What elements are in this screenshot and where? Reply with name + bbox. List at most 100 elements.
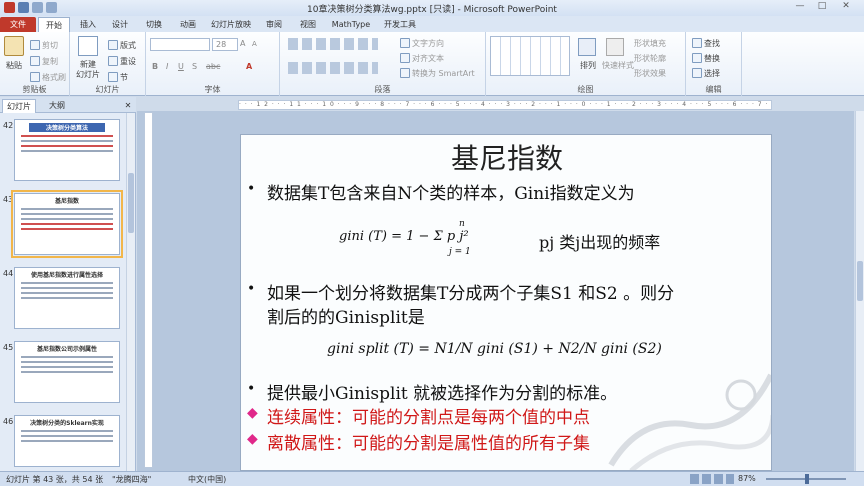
tab-home[interactable]: 开始 bbox=[38, 17, 70, 32]
align-buttons[interactable] bbox=[288, 62, 378, 74]
canvas-scrollbar[interactable] bbox=[855, 111, 864, 471]
section-button[interactable]: 节 bbox=[108, 72, 128, 83]
maximize-button[interactable]: □ bbox=[812, 1, 832, 14]
slide[interactable]: 基尼指数 • 数据集T包含来自N个类的样本，Gini指数定义为 gini (T)… bbox=[240, 134, 772, 471]
tab-file[interactable]: 文件 bbox=[0, 17, 36, 32]
thumbnail-number: 46 bbox=[3, 417, 14, 426]
bold-button[interactable]: B bbox=[152, 62, 158, 71]
bullet-dot: • bbox=[247, 381, 256, 397]
find-button[interactable]: 查找 bbox=[692, 38, 720, 49]
theme-name[interactable]: "龙腾四海" bbox=[112, 474, 151, 485]
slide-position: 幻灯片 第 43 张，共 54 张 bbox=[6, 475, 104, 484]
gini-formula: gini (T) = 1 − Σ p j² bbox=[339, 229, 469, 244]
font-name-dropdown[interactable] bbox=[150, 38, 210, 51]
list-buttons[interactable] bbox=[288, 38, 378, 50]
arrange-icon[interactable] bbox=[578, 38, 596, 56]
section-icon bbox=[108, 72, 118, 82]
grow-font-button[interactable]: A bbox=[240, 39, 245, 48]
tab-design[interactable]: 设计 bbox=[106, 17, 134, 32]
sum-upper-limit: n bbox=[459, 219, 465, 229]
pink-bullet-icon: ◆ bbox=[247, 431, 258, 447]
horizontal-ruler: · · · 1 2 · · · 1 1 · · · 1 0 · · · 9 · … bbox=[238, 100, 772, 110]
gini-split-formula: gini split (T) = N1/N gini (S1) + N2/N g… bbox=[327, 341, 662, 357]
tab-mathtype[interactable]: MathType bbox=[328, 17, 374, 32]
slides-group: 新建 幻灯片 版式 重设 节 幻灯片 bbox=[70, 32, 146, 96]
bullet-split-line1: 如果一个划分将数据集T分成两个子集S1 和S2 。则分 bbox=[267, 284, 675, 304]
convert-smartart-button[interactable]: 转换为 SmartArt bbox=[400, 68, 475, 79]
thumbnail-title: 决策树分类的Sklearn实现 bbox=[30, 420, 104, 427]
ribbon-tabs: 文件 开始 插入 设计 切换 动画 幻灯片放映 审阅 视图 MathType 开… bbox=[0, 16, 864, 32]
tab-insert[interactable]: 插入 bbox=[74, 17, 102, 32]
shadow-button[interactable]: S bbox=[192, 62, 197, 71]
quick-styles-button[interactable]: 快速样式 bbox=[602, 60, 634, 71]
shape-fill-button[interactable]: 形状填充 bbox=[634, 38, 666, 49]
font-group: 28 A A B I U S abc A 字体 bbox=[146, 32, 280, 96]
slide-title: 基尼指数 bbox=[450, 142, 563, 175]
copy-icon bbox=[30, 56, 40, 66]
paste-icon[interactable] bbox=[4, 36, 24, 56]
close-panel-icon[interactable]: ✕ bbox=[122, 99, 134, 113]
text-direction-button[interactable]: 文字方向 bbox=[400, 38, 444, 49]
reset-button[interactable]: 重设 bbox=[108, 56, 136, 67]
slide-thumbnail[interactable]: 使用基尼指数进行属性选择 bbox=[14, 267, 120, 329]
tab-review[interactable]: 审阅 bbox=[260, 17, 288, 32]
replace-button[interactable]: 替换 bbox=[692, 53, 720, 64]
thumbnail-title: 使用基尼指数进行属性选择 bbox=[30, 272, 103, 279]
view-buttons[interactable] bbox=[690, 474, 734, 484]
language-indicator[interactable]: 中文(中国) bbox=[188, 474, 226, 485]
panel-scroll-thumb[interactable] bbox=[128, 173, 134, 233]
slide-thumbnail[interactable]: 决策树分类算法 bbox=[14, 119, 120, 181]
scissors-icon bbox=[30, 40, 40, 50]
canvas-scroll-thumb[interactable] bbox=[857, 261, 863, 301]
zoom-level[interactable]: 87% bbox=[738, 474, 756, 483]
format-painter-button[interactable]: 格式刷 bbox=[30, 72, 66, 83]
shapes-gallery[interactable] bbox=[490, 36, 570, 76]
tab-outline-panel[interactable]: 大纲 bbox=[40, 99, 74, 113]
continuous-attribute-text: 连续属性：可能的分割点是每两个值的中点 bbox=[267, 408, 590, 428]
new-slide-button[interactable]: 新建 幻灯片 bbox=[76, 60, 100, 80]
thumbnail-number: 43 bbox=[3, 195, 14, 204]
slide-thumbnail-selected[interactable]: 基尼指数 bbox=[11, 190, 123, 258]
slide-thumbnail-panel: 幻灯片 大纲 ✕ 42 决策树分类算法 43 基尼指数 44 使用基尼指数进行属… bbox=[0, 97, 136, 471]
minimize-button[interactable]: — bbox=[790, 1, 810, 14]
select-button[interactable]: 选择 bbox=[692, 68, 720, 79]
copy-button[interactable]: 复制 bbox=[30, 56, 58, 67]
font-size-dropdown[interactable]: 28 bbox=[212, 38, 238, 51]
paragraph-group: 文字方向 对齐文本 转换为 SmartArt 段落 bbox=[280, 32, 486, 96]
pj-note: pj 类j出现的频率 bbox=[539, 233, 661, 252]
slide-thumbnail[interactable]: 决策树分类的Sklearn实现 bbox=[14, 415, 120, 467]
arrange-button[interactable]: 排列 bbox=[580, 60, 596, 71]
italic-button[interactable]: I bbox=[166, 62, 168, 71]
font-color-button[interactable]: A bbox=[246, 62, 252, 71]
zoom-slider-thumb[interactable] bbox=[805, 474, 809, 484]
tab-transitions[interactable]: 切换 bbox=[140, 17, 168, 32]
smartart-icon bbox=[400, 68, 410, 78]
strikethrough-button[interactable]: abc bbox=[206, 62, 220, 71]
paste-button[interactable]: 粘贴 bbox=[6, 60, 22, 71]
tab-animations[interactable]: 动画 bbox=[174, 17, 202, 32]
panel-tabs: 幻灯片 大纲 ✕ bbox=[0, 97, 136, 113]
align-text-icon bbox=[400, 53, 410, 63]
tab-view[interactable]: 视图 bbox=[294, 17, 322, 32]
brush-icon bbox=[30, 72, 40, 82]
close-button[interactable]: ✕ bbox=[836, 1, 856, 14]
shrink-font-button[interactable]: A bbox=[252, 40, 257, 48]
vertical-ruler bbox=[144, 112, 153, 468]
align-text-button[interactable]: 对齐文本 bbox=[400, 53, 444, 64]
tab-developer[interactable]: 开发工具 bbox=[380, 17, 420, 32]
quick-styles-icon[interactable] bbox=[606, 38, 624, 56]
tab-slideshow[interactable]: 幻灯片放映 bbox=[208, 17, 254, 32]
panel-scrollbar[interactable] bbox=[126, 113, 135, 471]
tab-slides-panel[interactable]: 幻灯片 bbox=[2, 99, 36, 113]
new-slide-icon[interactable] bbox=[78, 36, 98, 56]
cut-button[interactable]: 剪切 bbox=[30, 40, 58, 51]
shape-outline-button[interactable]: 形状轮廓 bbox=[634, 53, 666, 64]
shape-effects-button[interactable]: 形状效果 bbox=[634, 68, 666, 79]
bullet-gini-definition: 数据集T包含来自N个类的样本，Gini指数定义为 bbox=[267, 184, 635, 204]
layout-icon bbox=[108, 40, 118, 50]
slide-thumbnail[interactable]: 基尼指数公司示例属性 bbox=[14, 341, 120, 403]
underline-button[interactable]: U bbox=[178, 62, 184, 71]
dragon-decoration bbox=[608, 373, 771, 470]
thumbnail-number: 44 bbox=[3, 269, 14, 278]
layout-button[interactable]: 版式 bbox=[108, 40, 136, 51]
